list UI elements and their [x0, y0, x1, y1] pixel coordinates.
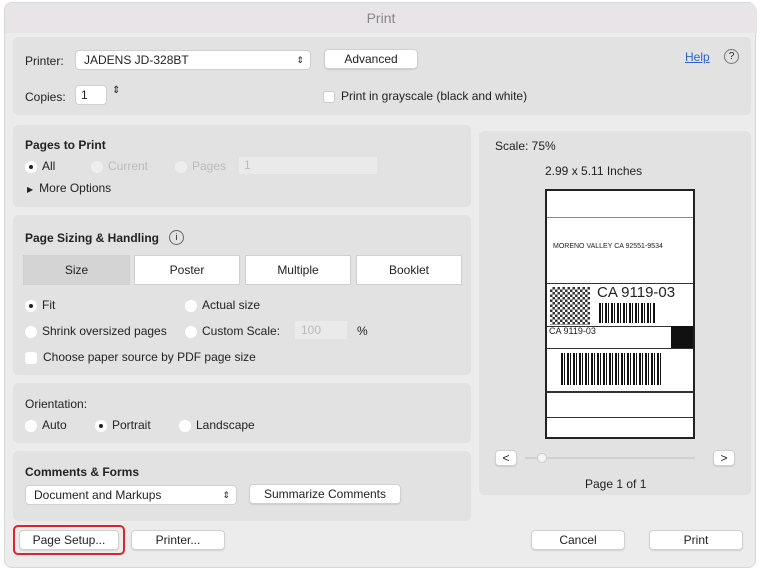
barcode	[599, 303, 655, 323]
copies-label: Copies:	[25, 90, 66, 104]
label-address: MORENO VALLEY CA 92551-9534	[553, 243, 663, 250]
custom-scale-input[interactable]: 100	[295, 321, 347, 339]
info-icon[interactable]: i	[169, 230, 184, 245]
radio-portrait[interactable]: Portrait	[95, 418, 151, 432]
page-setup-button[interactable]: Page Setup...	[19, 530, 119, 550]
orientation-panel	[13, 383, 471, 443]
advanced-button[interactable]: Advanced	[324, 49, 418, 69]
radio-fit[interactable]: Fit	[25, 298, 55, 312]
more-options-toggle[interactable]: ▶ More Options	[27, 181, 111, 195]
paper-size-label: 2.99 x 5.11 Inches	[545, 164, 643, 178]
prev-page-button[interactable]: <	[495, 450, 517, 466]
radio-landscape[interactable]: Landscape	[179, 418, 255, 432]
page-slider[interactable]	[525, 453, 695, 463]
tab-poster[interactable]: Poster	[134, 255, 240, 285]
radio-shrink[interactable]: Shrink oversized pages	[25, 324, 167, 338]
qr-code	[550, 287, 590, 325]
radio-custom-scale[interactable]: Custom Scale:	[185, 324, 280, 338]
next-page-button[interactable]: >	[713, 450, 735, 466]
print-dialog: Print Printer: JADENS JD-328BT ⇕ Advanced…	[4, 2, 757, 568]
radio-pages[interactable]: Pages	[175, 159, 226, 173]
printer-value: JADENS JD-328BT	[84, 53, 189, 67]
tab-booklet[interactable]: Booklet	[356, 255, 462, 285]
grayscale-label: Print in grayscale (black and white)	[341, 89, 528, 103]
label-code-2: CA 9119-03	[549, 326, 596, 336]
printer-label: Printer:	[25, 54, 64, 68]
percent-label: %	[357, 324, 368, 338]
barcode-large	[561, 353, 661, 385]
help-icon[interactable]: ?	[724, 49, 739, 64]
label-code: CA 9119-03	[597, 284, 676, 301]
chevron-updown-icon: ⇕	[296, 55, 304, 65]
tab-multiple[interactable]: Multiple	[245, 255, 351, 285]
print-button[interactable]: Print	[649, 530, 743, 550]
cancel-button[interactable]: Cancel	[531, 530, 625, 550]
radio-actual-size[interactable]: Actual size	[185, 298, 260, 312]
help-link[interactable]: Help	[685, 50, 710, 64]
disclosure-triangle-icon: ▶	[27, 185, 34, 194]
radio-all[interactable]: All	[25, 159, 55, 173]
comments-title: Comments & Forms	[25, 465, 140, 479]
comments-select[interactable]: Document and Markups ⇕	[25, 485, 237, 505]
copies-input[interactable]: 1	[75, 85, 107, 105]
sizing-title: Page Sizing & Handling	[25, 231, 160, 245]
page-indicator: Page 1 of 1	[585, 477, 647, 491]
radio-current[interactable]: Current	[91, 159, 148, 173]
radio-auto[interactable]: Auto	[25, 418, 67, 432]
page-preview: MORENO VALLEY CA 92551-9534 CA 9119-03 C…	[545, 189, 695, 439]
printer-button[interactable]: Printer...	[131, 530, 225, 550]
copies-stepper[interactable]: ⇕	[112, 85, 120, 96]
orientation-title: Orientation:	[25, 397, 88, 411]
summarize-comments-button[interactable]: Summarize Comments	[249, 484, 401, 504]
printer-select[interactable]: JADENS JD-328BT ⇕	[75, 50, 311, 70]
chevron-updown-icon: ⇕	[222, 490, 230, 500]
pages-title: Pages to Print	[25, 138, 106, 152]
pages-range-input[interactable]: 1	[239, 157, 377, 174]
grayscale-checkbox[interactable]: Print in grayscale (black and white)	[323, 89, 527, 103]
paper-source-checkbox[interactable]: Choose paper source by PDF page size	[25, 350, 256, 364]
window-title: Print	[5, 3, 757, 33]
tab-size[interactable]: Size	[23, 255, 130, 285]
scale-label: Scale: 75%	[495, 139, 556, 153]
